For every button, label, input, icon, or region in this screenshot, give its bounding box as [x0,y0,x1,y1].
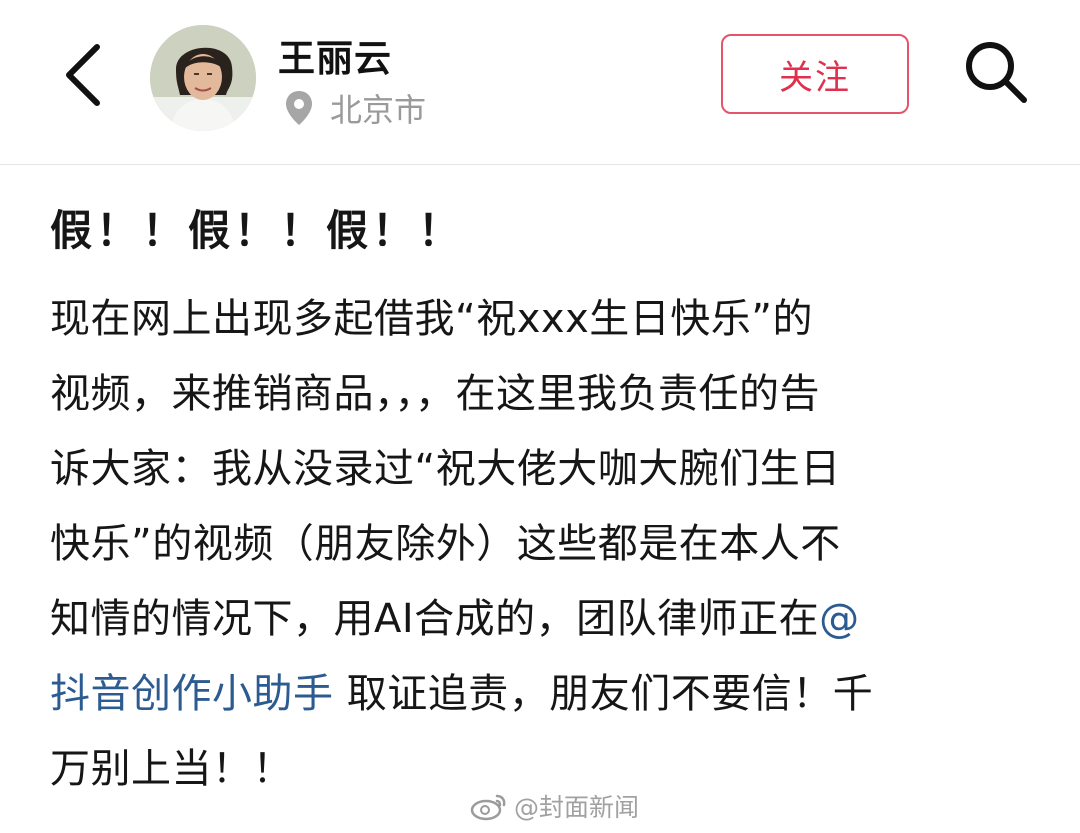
profile-header: 王丽云 北京市 关注 [0,0,1080,165]
location-label: 北京市 [330,91,427,129]
search-button[interactable] [958,36,1034,112]
post-content: 假！！假！！假！！ 现在网上出现多起借我“祝xxx生日快乐”的 视频，来推销商品… [50,200,1040,807]
search-icon [963,39,1029,109]
post-line-text: 取证追责，朋友们不要信！千 [333,671,874,717]
post-line: 快乐”的视频（朋友除外）这些都是在本人不 [50,521,841,567]
post-line: 抖音创作小助手 取证追责，朋友们不要信！千 [50,657,1040,732]
location-pin-icon [284,88,316,128]
follow-button[interactable]: 关注 [721,34,909,114]
back-button[interactable] [48,38,118,116]
post-body: 现在网上出现多起借我“祝xxx生日快乐”的 视频，来推销商品，，，在这里我负责任… [50,282,1040,807]
profile-location: 北京市 [284,86,426,130]
profile-name[interactable]: 王丽云 [278,28,392,82]
post-line: 诉大家：我从没录过“祝大佬大咖大腕们生日 [50,446,841,492]
avatar[interactable] [150,25,256,131]
post-title: 假！！假！！假！！ [50,206,465,255]
watermark-text: @封面新闻 [514,793,640,822]
post-line-text: 知情的情况下，用AI合成的，团队律师正在 [50,596,820,642]
watermark: @封面新闻 [470,784,639,828]
weibo-icon [470,790,510,822]
mention-at-sign[interactable]: @ [819,596,860,642]
post-line: 视频，来推销商品，，，在这里我负责任的告 [50,371,820,417]
post-line: 知情的情况下，用AI合成的，团队律师正在@ [50,582,1040,657]
chevron-left-icon [63,43,103,111]
mention-link[interactable]: 抖音创作小助手 [50,671,334,717]
post-line: 现在网上出现多起借我“祝xxx生日快乐”的 [50,296,813,342]
